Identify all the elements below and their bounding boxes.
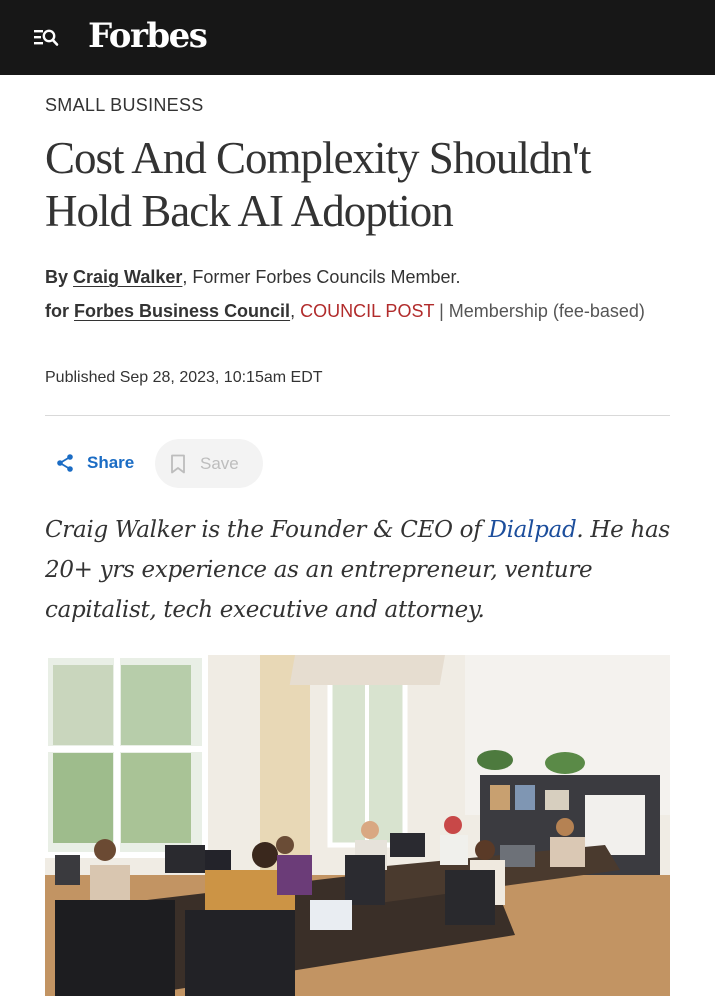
article-headline: Cost And Complexity Shouldn't Hold Back … bbox=[45, 132, 670, 238]
save-button[interactable]: Save bbox=[155, 439, 263, 488]
share-label: Share bbox=[87, 453, 135, 472]
header-divider bbox=[45, 415, 670, 416]
top-nav-bar: Forbes bbox=[0, 0, 715, 75]
save-label: Save bbox=[200, 453, 239, 473]
council-post-label[interactable]: COUNCIL POST bbox=[300, 301, 434, 321]
byline-council-row: for Forbes Business Council, COUNCIL POS… bbox=[45, 296, 670, 326]
forbes-logo[interactable]: Forbes bbox=[88, 12, 208, 60]
byline-comma: , bbox=[290, 301, 296, 321]
office-photo bbox=[45, 655, 670, 996]
menu-search-icon[interactable] bbox=[33, 26, 59, 48]
share-icon bbox=[57, 454, 73, 472]
category-label[interactable]: SMALL BUSINESS bbox=[45, 95, 204, 116]
dialpad-link[interactable]: Dialpad bbox=[488, 517, 576, 543]
published-date: Published Sep 28, 2023, 10:15am EDT bbox=[45, 369, 323, 386]
headline-line-1: Cost And Complexity Shouldn't bbox=[45, 133, 591, 183]
author-summary: Craig Walker is the Founder & CEO of Dia… bbox=[45, 510, 670, 630]
byline-by: By bbox=[45, 267, 69, 287]
author-role: , Former Forbes Councils Member. bbox=[182, 267, 461, 287]
share-button[interactable]: Share bbox=[55, 447, 134, 479]
council-link[interactable]: Forbes Business Council bbox=[74, 301, 290, 321]
byline-author-row: By Craig Walker, Former Forbes Councils … bbox=[45, 262, 460, 292]
headline-line-2: Hold Back AI Adoption bbox=[45, 186, 454, 236]
bookmark-icon bbox=[171, 454, 185, 473]
author-link[interactable]: Craig Walker bbox=[73, 267, 182, 287]
article-hero-image bbox=[45, 655, 670, 996]
byline-for: for bbox=[45, 301, 69, 321]
membership-note: | Membership (fee-based) bbox=[434, 301, 645, 321]
summary-text-start: Craig Walker is the Founder & CEO of bbox=[45, 517, 489, 543]
